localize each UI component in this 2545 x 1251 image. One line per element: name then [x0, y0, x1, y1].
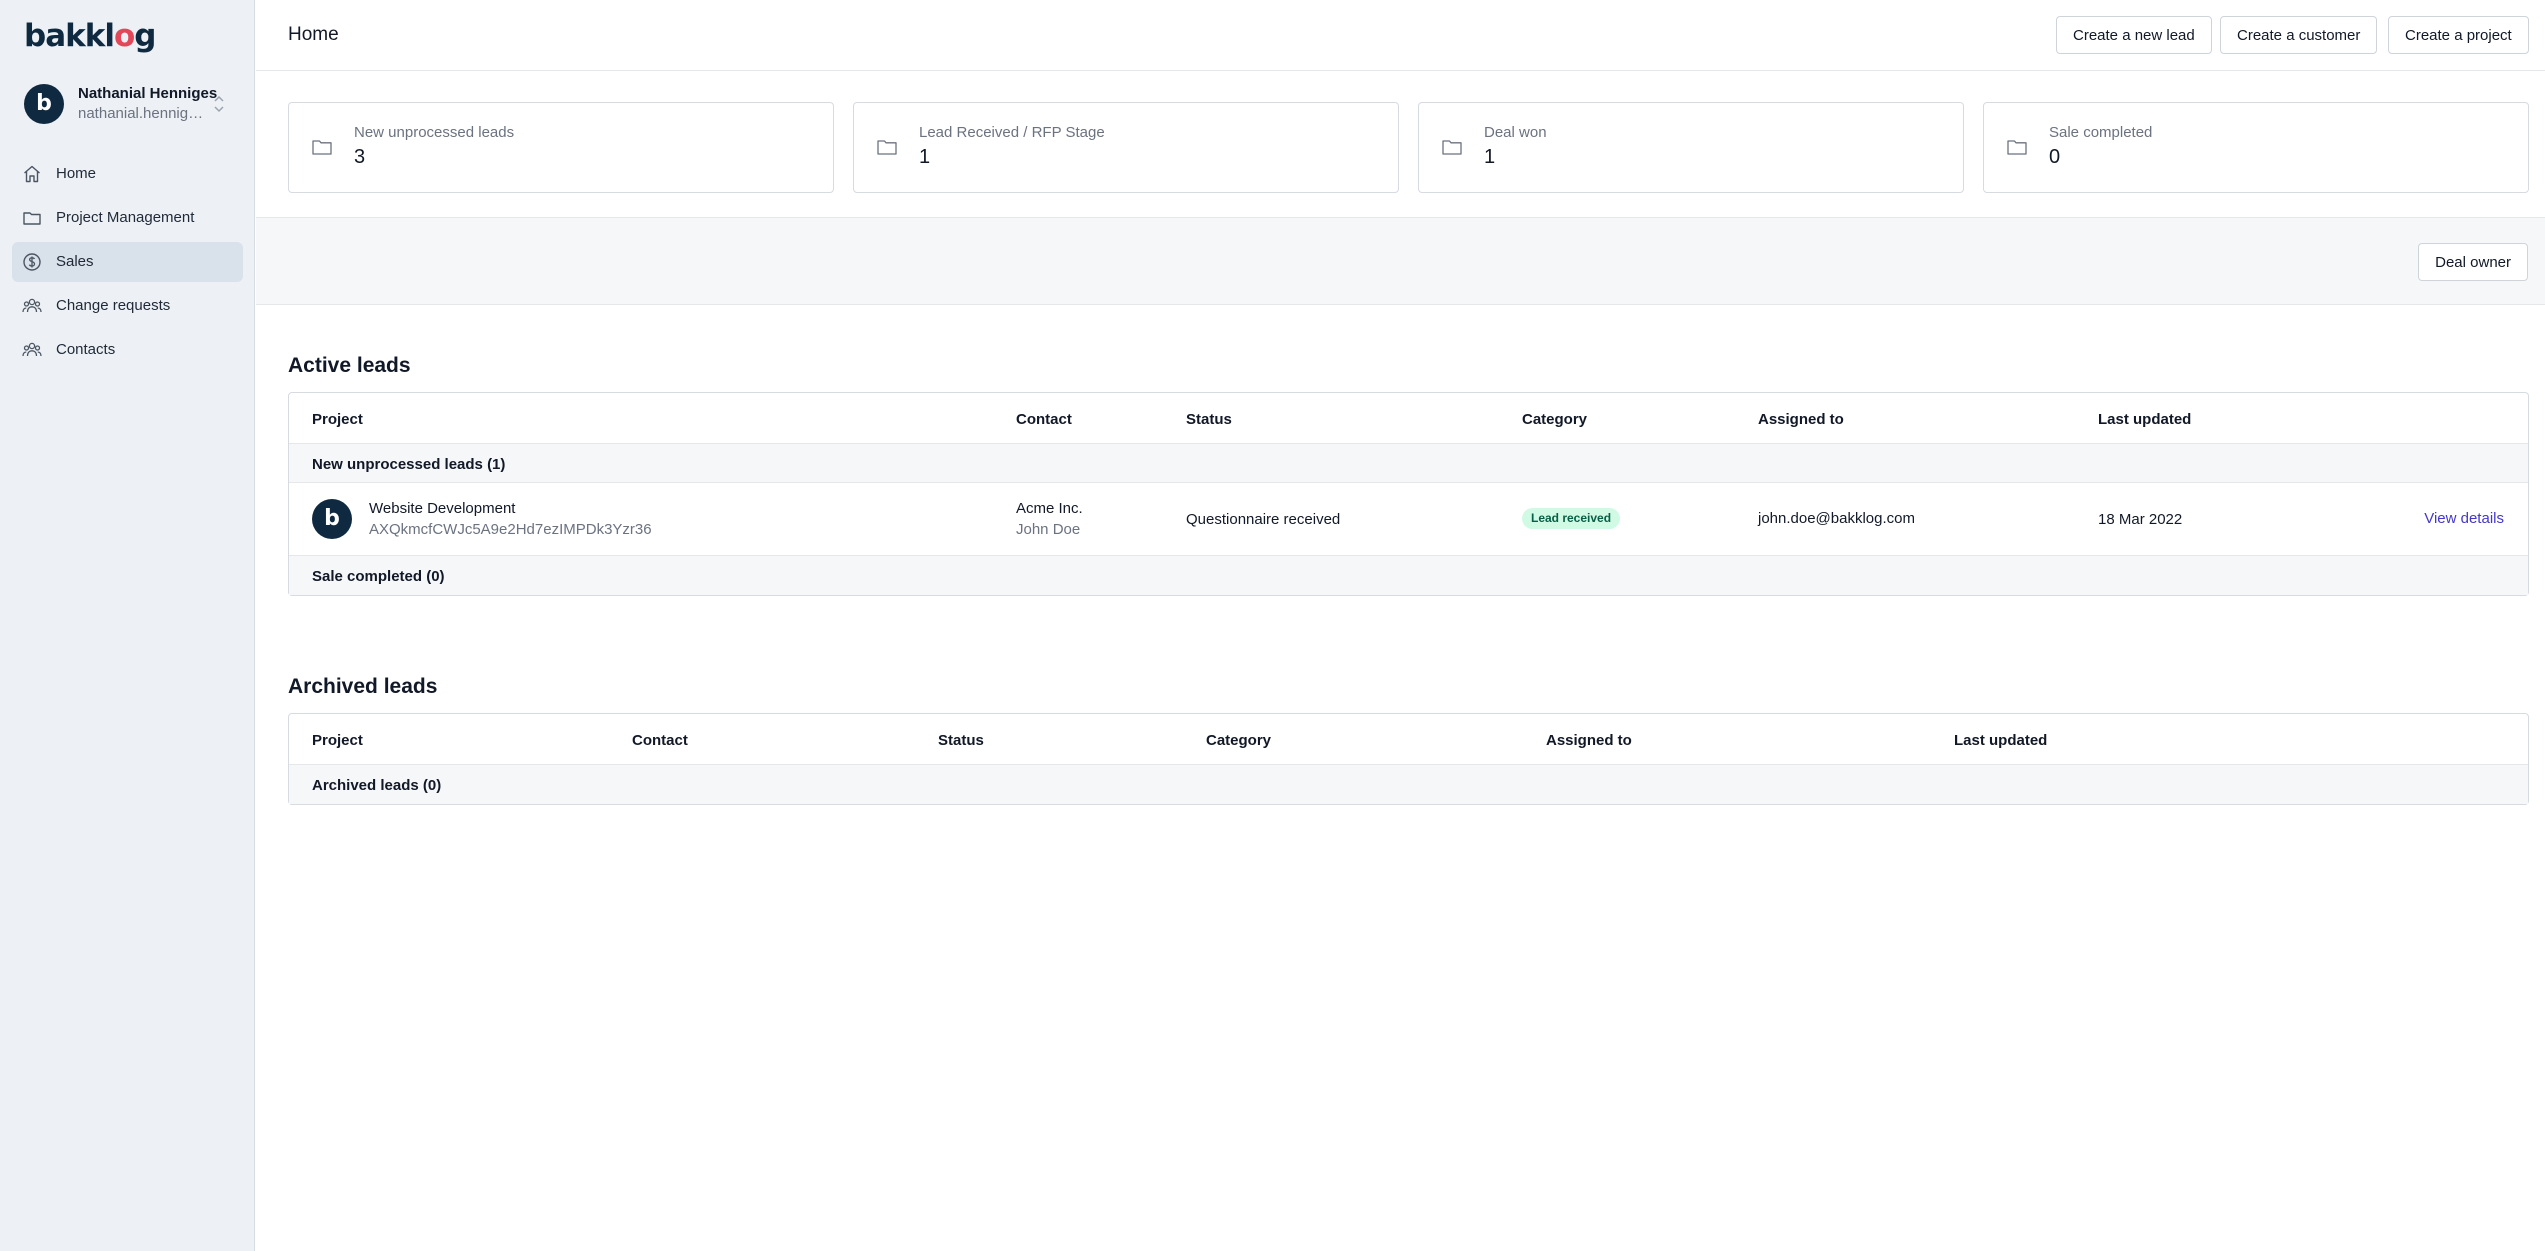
active-leads-table: Project Contact Status Category Assigned…	[288, 392, 2529, 596]
stat-value: 1	[1484, 146, 1496, 168]
contact-company: Acme Inc.	[1016, 500, 1083, 517]
folder-icon	[23, 212, 41, 225]
group-row-archived[interactable]: Archived leads (0)	[289, 765, 2528, 804]
sidebar-item-label: Project Management	[56, 209, 195, 226]
group-label: Archived leads (0)	[312, 777, 442, 794]
view-details-link[interactable]: View details	[2424, 510, 2504, 527]
stat-card-deal-won[interactable]: Deal won 1	[1418, 102, 1964, 193]
folder-icon	[877, 140, 897, 155]
sidebar-item-label: Sales	[56, 253, 94, 270]
group-row-sale-completed[interactable]: Sale completed (0)	[289, 556, 2528, 595]
group-label: New unprocessed leads (1)	[312, 456, 506, 473]
user-switcher[interactable]: b Nathanial Henniges nathanial.henniges@…	[24, 82, 230, 126]
archived-leads-title: Archived leads	[288, 675, 438, 698]
user-email: nathanial.henniges@bakklog.com	[78, 105, 210, 122]
page-header: Home Create a new lead Create a customer…	[256, 0, 2545, 71]
sidebar-nav: Home Project Management Sales Change req…	[12, 154, 243, 374]
group-label: Sale completed (0)	[312, 568, 445, 585]
filter-bar: Deal owner	[256, 218, 2545, 305]
stat-label: Lead Received / RFP Stage	[919, 124, 1105, 141]
sidebar-item-project-management[interactable]: Project Management	[12, 198, 243, 238]
project-id: AXQkmcfCWJc5A9e2Hd7ezIMPDk3Yzr36	[369, 521, 652, 538]
project-name: Website Development	[369, 500, 516, 517]
sidebar-item-contacts[interactable]: Contacts	[12, 330, 243, 370]
page-title: Home	[288, 24, 339, 45]
stat-card-sale-completed[interactable]: Sale completed 0	[1983, 102, 2529, 193]
stat-label: Deal won	[1484, 124, 1547, 141]
archived-leads-table: Project Contact Status Category Assigned…	[288, 713, 2529, 805]
column-header-contact[interactable]: Contact	[632, 732, 688, 749]
user-name: Nathanial Henniges	[78, 85, 218, 102]
sidebar-item-sales[interactable]: Sales	[12, 242, 243, 282]
column-header-category[interactable]: Category	[1522, 411, 1587, 428]
column-header-project[interactable]: Project	[312, 732, 363, 749]
active-leads-title: Active leads	[288, 354, 411, 377]
column-header-assigned-to[interactable]: Assigned to	[1546, 732, 1632, 749]
folder-icon	[2007, 140, 2027, 155]
dollar-icon	[23, 253, 41, 271]
stat-card-rfp-stage[interactable]: Lead Received / RFP Stage 1	[853, 102, 1399, 193]
create-lead-button[interactable]: Create a new lead	[2056, 16, 2212, 54]
stat-value: 0	[2049, 146, 2061, 168]
column-header-category[interactable]: Category	[1206, 732, 1271, 749]
users-icon	[22, 298, 42, 313]
stats-bar: New unprocessed leads 3 Lead Received / …	[256, 71, 2545, 218]
table-row[interactable]: b Website Development AXQkmcfCWJc5A9e2Hd…	[289, 483, 2528, 556]
assigned-to: john.doe@bakklog.com	[1758, 510, 1915, 527]
sidebar-item-label: Change requests	[56, 297, 171, 314]
sidebar: bakklog b Nathanial Henniges nathanial.h…	[0, 0, 255, 1251]
contact-name: John Doe	[1016, 521, 1081, 538]
bakklog-logo[interactable]: bakklog	[24, 18, 156, 54]
chevron-up-down-icon	[214, 95, 224, 113]
column-header-project[interactable]: Project	[312, 411, 363, 428]
create-project-button[interactable]: Create a project	[2388, 16, 2529, 54]
group-row-new-unprocessed[interactable]: New unprocessed leads (1)	[289, 444, 2528, 483]
lead-status: Questionnaire received	[1186, 511, 1341, 528]
stat-card-new-leads[interactable]: New unprocessed leads 3	[288, 102, 834, 193]
table-header: Project Contact Status Category Assigned…	[289, 393, 2528, 444]
column-header-last-updated[interactable]: Last updated	[1954, 732, 2047, 749]
folder-icon	[1442, 140, 1462, 155]
column-header-last-updated[interactable]: Last updated	[2098, 411, 2191, 428]
column-header-assigned-to[interactable]: Assigned to	[1758, 411, 1844, 428]
users-icon	[22, 342, 42, 357]
sidebar-item-change-requests[interactable]: Change requests	[12, 286, 243, 326]
home-icon	[24, 165, 40, 183]
stat-label: Sale completed	[2049, 124, 2153, 141]
last-updated: 18 Mar 2022	[2098, 511, 2183, 528]
category-badge: Lead received	[1522, 508, 1621, 529]
sidebar-item-home[interactable]: Home	[12, 154, 243, 194]
deal-owner-filter-button[interactable]: Deal owner	[2418, 243, 2528, 281]
folder-icon	[312, 140, 332, 155]
column-header-status[interactable]: Status	[938, 732, 984, 749]
sidebar-item-label: Contacts	[56, 341, 116, 358]
stat-value: 1	[919, 146, 931, 168]
column-header-contact[interactable]: Contact	[1016, 411, 1072, 428]
stat-label: New unprocessed leads	[354, 124, 515, 141]
project-avatar: b	[312, 499, 352, 539]
stat-value: 3	[354, 146, 366, 168]
sidebar-item-label: Home	[56, 165, 97, 182]
create-customer-button[interactable]: Create a customer	[2220, 16, 2378, 54]
avatar: b	[24, 84, 64, 124]
table-header: Project Contact Status Category Assigned…	[289, 714, 2528, 765]
column-header-status[interactable]: Status	[1186, 411, 1232, 428]
